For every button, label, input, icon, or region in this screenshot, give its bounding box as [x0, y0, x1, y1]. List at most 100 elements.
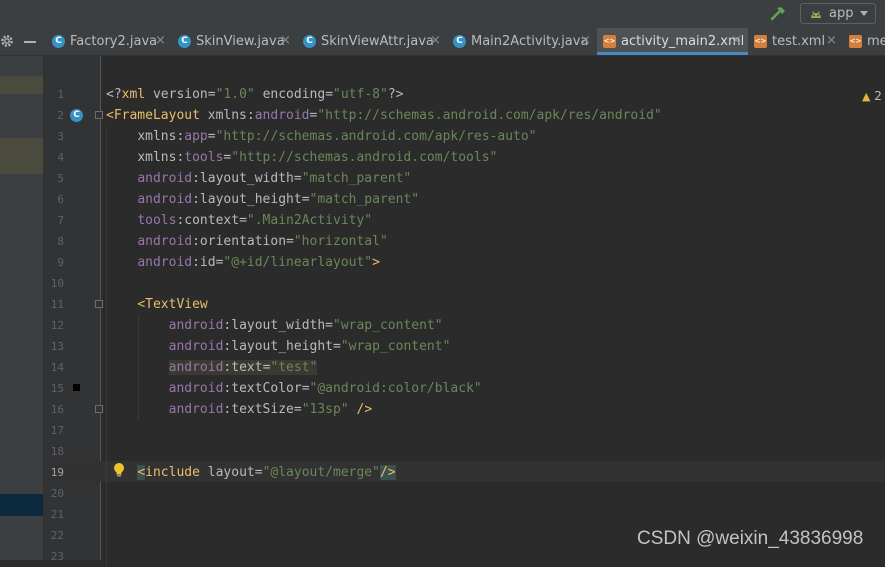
code-token: :textColor [223, 381, 302, 396]
tab-activity-main2-xml[interactable]: <> activity_main2.xml × [597, 28, 748, 55]
tab-skinview-java[interactable]: C SkinView.java × [172, 28, 297, 55]
code-token: xmlns: [137, 129, 185, 144]
tab-partial[interactable]: <> me [843, 28, 885, 55]
gear-icon[interactable] [0, 34, 14, 48]
warning-icon: ▲ [862, 90, 871, 103]
fold-icon[interactable] [95, 111, 103, 119]
code-line[interactable]: android:layout_width="match_parent" [106, 168, 411, 189]
tab-test-xml[interactable]: <> test.xml × [748, 28, 843, 55]
code-token: = [325, 87, 334, 102]
line-number: 23 [50, 550, 64, 563]
code-token: "http://schemas.android.com/tools" [231, 150, 498, 165]
code-token: android [137, 255, 193, 270]
fold-icon[interactable] [95, 405, 103, 413]
close-icon[interactable]: × [826, 33, 837, 48]
code-token: :context [176, 213, 240, 228]
line-number: 5 [57, 172, 64, 185]
line-number: 17 [50, 424, 64, 437]
code-token: android [137, 234, 193, 249]
run-config-selector[interactable]: app [800, 3, 876, 24]
code-token: :layout_width [223, 318, 326, 333]
code-token: "13sp" [301, 402, 349, 417]
android-icon [811, 11, 821, 18]
code-token: android [168, 402, 224, 417]
code-token: :layout_width [192, 171, 294, 186]
line-number: 3 [57, 130, 64, 143]
tab-factory2-java[interactable]: C Factory2.java × [46, 28, 172, 55]
code-token: ?> [387, 87, 404, 102]
class-icon: C [178, 35, 191, 48]
code-token: = [293, 171, 302, 186]
inspection-warning[interactable]: ▲ 2 [862, 89, 882, 103]
code-token: "horizontal" [293, 234, 388, 249]
code-token: "wrap_content" [340, 339, 451, 354]
fold-icon[interactable] [95, 300, 103, 308]
hide-panel-icon[interactable] [24, 41, 36, 43]
selection-highlight [0, 138, 43, 174]
code-line[interactable]: <include layout="@layout/merge"/> [106, 462, 396, 483]
line-number: 13 [50, 340, 64, 353]
tab-main2activity-java[interactable]: C Main2Activity.java × [447, 28, 596, 55]
class-icon[interactable]: C [70, 109, 83, 122]
code-line[interactable]: tools:context=".Main2Activity" [106, 210, 372, 231]
code-token: <FrameLayout [106, 108, 208, 123]
code-token: = [286, 234, 294, 249]
code-token: "@+id/linearlayout" [223, 255, 373, 270]
code-line[interactable]: android:id="@+id/linearlayout"> [106, 252, 380, 273]
code-token: "http://schemas.android.com/apk/res-auto… [215, 129, 537, 144]
code-line[interactable]: <TextView [106, 294, 208, 315]
code-line[interactable]: android:textSize="13sp" /> [106, 399, 373, 420]
code-line[interactable]: xmlns:app="http://schemas.android.com/ap… [106, 126, 537, 147]
lightbulb-icon[interactable] [113, 462, 125, 478]
code-line[interactable]: <?xml version="1.0" encoding="utf-8"?> [106, 84, 403, 105]
code-token: = [301, 381, 310, 396]
code-token: /> [356, 402, 373, 417]
tab-label: SkinViewAttr.java [321, 34, 434, 49]
tab-label: test.xml [772, 34, 826, 49]
tab-label: Factory2.java [70, 34, 158, 49]
code-token: "utf-8" [333, 87, 388, 102]
code-line[interactable]: android:layout_width="wrap_content" [106, 315, 443, 336]
code-line[interactable]: android:textColor="@android:color/black" [106, 378, 482, 399]
editor-tab-bar: C Factory2.java × C SkinView.java × C Sk… [0, 28, 885, 56]
code-token: <? [106, 87, 122, 102]
line-number: 18 [50, 445, 64, 458]
close-icon[interactable]: × [580, 33, 591, 48]
xml-file-icon: <> [603, 35, 616, 48]
build-hammer-icon[interactable] [768, 4, 788, 24]
code-token: "@android:color/black" [309, 381, 482, 396]
code-token: <TextView [137, 297, 208, 312]
code-token: tools [137, 213, 177, 228]
tab-skinviewattr-java[interactable]: C SkinViewAttr.java × [297, 28, 447, 55]
line-number: 8 [57, 235, 64, 248]
code-token: ".Main2Activity" [246, 213, 373, 228]
code-token: tools [184, 150, 224, 165]
code-line[interactable]: <FrameLayout xmlns:android="http://schem… [106, 105, 662, 126]
code-line[interactable]: android:orientation="horizontal" [106, 231, 388, 252]
code-line[interactable]: android:layout_height="match_parent" [106, 189, 419, 210]
code-token: encoding [262, 87, 326, 102]
close-icon[interactable]: × [731, 33, 742, 48]
code-line[interactable]: android:text="test" [106, 357, 318, 378]
code-line[interactable]: xmlns:tools="http://schemas.android.com/… [106, 147, 497, 168]
close-icon[interactable]: × [280, 33, 291, 48]
color-swatch-icon[interactable] [73, 384, 80, 391]
line-number: 12 [50, 319, 64, 332]
close-icon[interactable]: × [155, 33, 166, 48]
code-token: android [137, 192, 193, 207]
line-number: 10 [50, 277, 64, 290]
close-icon[interactable]: × [430, 33, 441, 48]
code-token: "match_parent" [301, 171, 412, 186]
line-number: 16 [50, 403, 64, 416]
project-panel-strip [0, 56, 44, 560]
code-line[interactable]: android:layout_height="wrap_content" [106, 336, 451, 357]
tab-label: me [867, 34, 885, 49]
line-number: 2 [57, 109, 64, 122]
class-icon: C [303, 35, 316, 48]
